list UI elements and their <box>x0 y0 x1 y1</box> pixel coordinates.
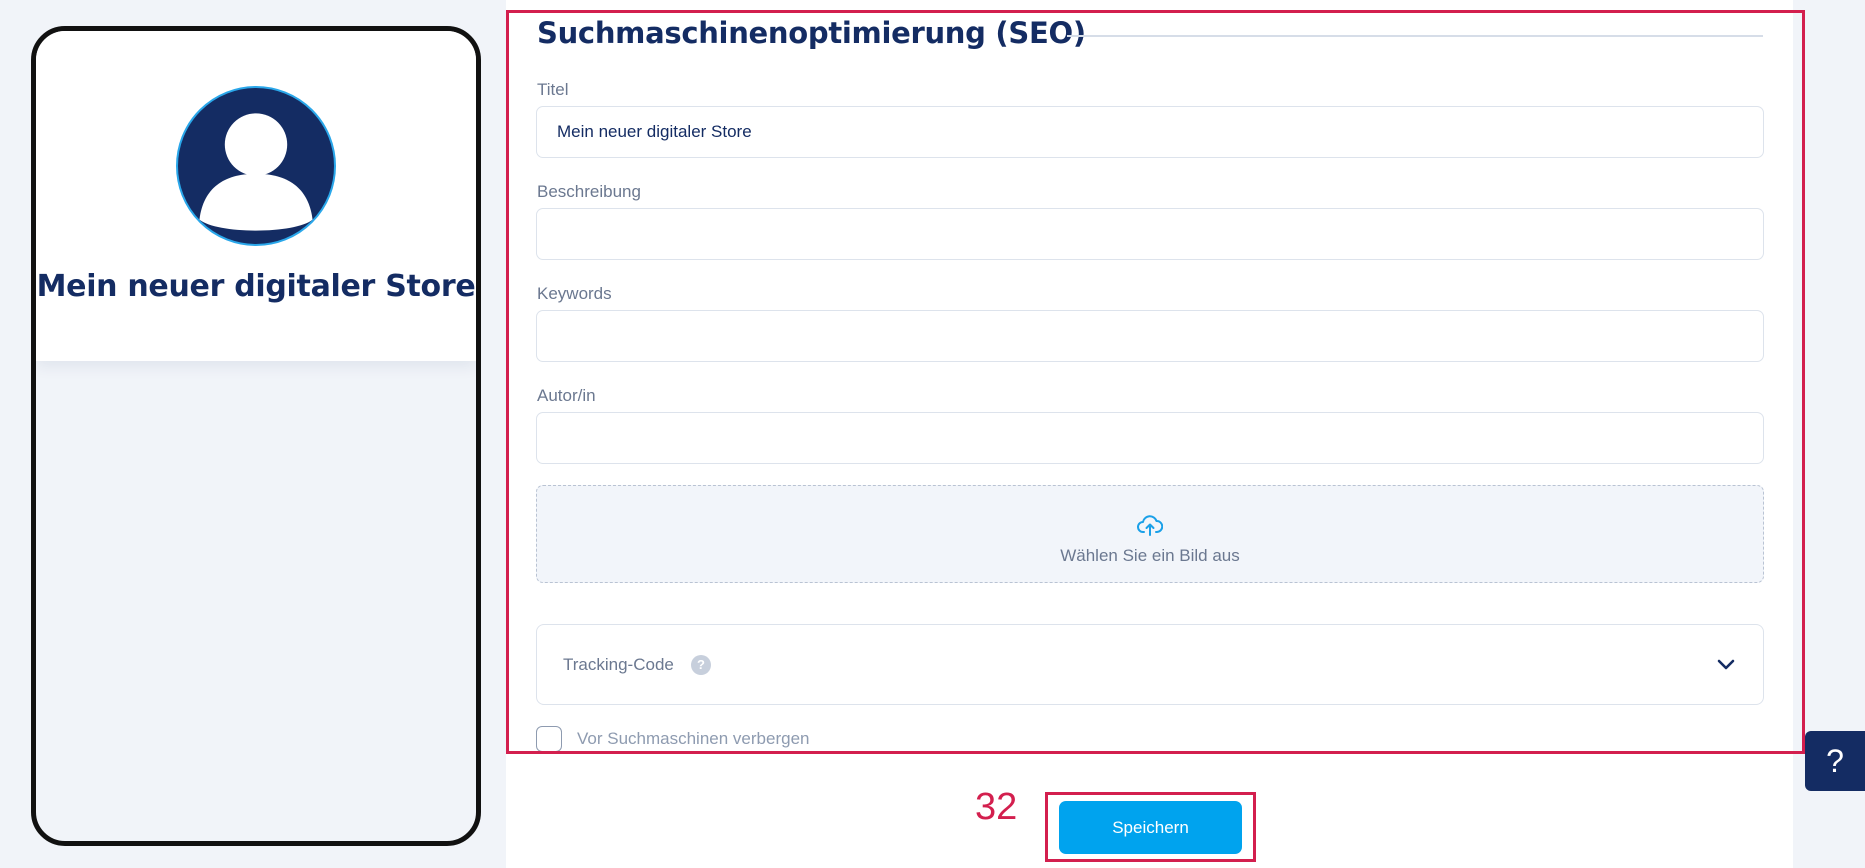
preview-header-card: Mein neuer digitaler Store <box>36 31 476 361</box>
title-input[interactable] <box>536 106 1764 158</box>
tracking-code-label: Tracking-Code <box>563 655 674 674</box>
step-annotation-number: 32 <box>975 786 1018 828</box>
title-label: Titel <box>537 80 569 99</box>
author-label: Autor/in <box>537 386 596 405</box>
hide-from-search-checkbox[interactable] <box>536 726 562 752</box>
tracking-code-accordion[interactable]: Tracking-Code ? <box>536 624 1764 705</box>
keywords-input[interactable] <box>536 310 1764 362</box>
description-label: Beschreibung <box>537 182 641 201</box>
keywords-label: Keywords <box>537 284 612 303</box>
chevron-down-icon[interactable] <box>1715 653 1737 675</box>
hide-from-search-label: Vor Suchmaschinen verbergen <box>577 729 810 748</box>
image-upload-dropzone[interactable]: Wählen Sie ein Bild aus <box>536 485 1764 583</box>
help-widget-button[interactable]: ? <box>1805 731 1865 791</box>
user-avatar-icon <box>176 86 336 246</box>
mobile-preview: Mein neuer digitaler Store <box>31 26 481 846</box>
title-divider <box>1067 35 1763 37</box>
save-button[interactable]: Speichern <box>1059 801 1242 854</box>
author-input[interactable] <box>536 412 1764 464</box>
help-icon[interactable]: ? <box>691 655 711 675</box>
preview-store-name: Mein neuer digitaler Store <box>36 269 476 304</box>
cloud-upload-icon <box>1137 515 1163 536</box>
upload-label: Wählen Sie ein Bild aus <box>1060 546 1240 565</box>
section-title: Suchmaschinenoptimierung (SEO) <box>537 16 1086 50</box>
description-input[interactable] <box>536 208 1764 260</box>
